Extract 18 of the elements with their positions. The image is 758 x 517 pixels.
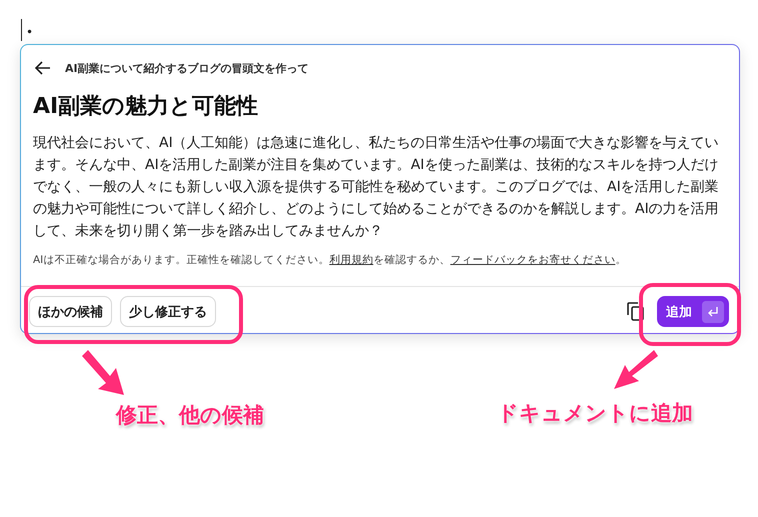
result-paragraph: 現代社会において、AI（人工知能）は急速に進化し、私たちの日常生活や仕事の場面で大きな影響を与えています。そんな中、AIを活用した副業が注目を集めています。AIを使った副業は、技術的なスキルを持つ人だけでなく、一般の人々にも新しい収入源を提供する可能性を秘めています。このブログでは、AIを活用した副業の魅力や可能性について詳しく紹介し、どのようにして始めることができるのかを解説します。AIの力を活用して、未来を切り開く第一歩を踏み出してみませんか？ xyxy=(33,134,720,241)
back-arrow-icon[interactable] xyxy=(35,61,51,75)
text-cursor xyxy=(21,19,22,41)
annotation-arrow xyxy=(82,350,124,395)
annotation-arrow xyxy=(614,350,658,389)
copy-icon[interactable] xyxy=(627,302,645,321)
disclaimer-text: AIは不正確な場合があります。正確性を確認してください。利用規約を確認するか、フィードバックをお寄せください。 xyxy=(33,253,628,268)
annotation-label: ドキュメントに追加 xyxy=(497,400,693,427)
link[interactable]: フィードバックをお寄せください xyxy=(450,254,616,266)
action-button[interactable]: 少し修正する xyxy=(120,296,216,327)
action-button[interactable]: ほかの候補 xyxy=(29,296,112,327)
annotation-label: 修正、他の候補 xyxy=(116,402,264,429)
add-button[interactable]: 追加 xyxy=(657,296,729,327)
result-title: AI副業の魅力と可能性 xyxy=(33,93,260,121)
link[interactable]: 利用規約 xyxy=(329,254,374,266)
enter-key-icon xyxy=(702,300,724,322)
bullet-point: • xyxy=(26,24,34,41)
prompt-text: AI副業について紹介するブログの冒頭文を作って xyxy=(65,60,309,76)
